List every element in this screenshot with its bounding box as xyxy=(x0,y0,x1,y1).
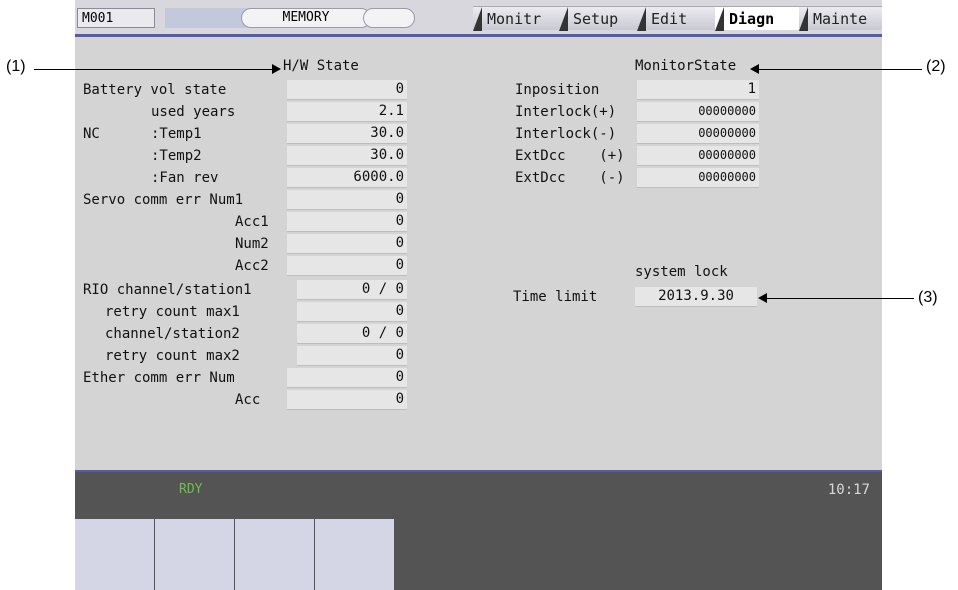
hw-value-battery: 0 xyxy=(287,80,407,100)
monitor-state-title: MonitorState xyxy=(635,58,737,74)
hw-value-retry2: 0 xyxy=(297,346,407,366)
hw-state-title: H/W State xyxy=(283,58,359,74)
softkey-3[interactable] xyxy=(235,519,315,590)
hw-label-acc1: Acc1 xyxy=(235,214,269,230)
callout-2-arrowhead xyxy=(750,64,759,74)
hw-value-ether-num: 0 xyxy=(287,368,407,388)
clock: 10:17 xyxy=(827,482,870,498)
callout-1-line xyxy=(34,69,274,70)
hw-label-temp1: :Temp1 xyxy=(151,126,202,142)
mon-label-inposition: Inposition xyxy=(515,82,600,98)
hw-value-fan-rev: 6000.0 xyxy=(287,168,407,188)
softkey-4[interactable] xyxy=(315,519,395,590)
hw-value-ether-acc: 0 xyxy=(287,390,407,410)
hw-label-servo-num1: Servo comm err Num1 xyxy=(83,192,244,208)
softkey-2[interactable] xyxy=(155,519,235,590)
hw-label-retry1: retry count max1 xyxy=(105,304,240,320)
hw-value-retry1: 0 xyxy=(297,302,407,322)
hw-label-num2: Num2 xyxy=(235,236,269,252)
callout-3-line xyxy=(764,298,914,299)
tab-diagn[interactable]: Diagn xyxy=(715,6,801,31)
hw-value-num2: 0 xyxy=(287,234,407,254)
hw-label-ether-acc: Acc xyxy=(235,392,261,408)
hw-label-acc2: Acc2 xyxy=(235,258,269,274)
hw-value-rio-station1: 0 / 0 xyxy=(297,280,407,300)
hw-label-temp2: :Temp2 xyxy=(151,148,202,164)
hw-value-acc1: 0 xyxy=(287,212,407,232)
hw-value-used-years: 2.1 xyxy=(287,102,407,122)
hw-value-rio-station2: 0 / 0 xyxy=(297,324,407,344)
hw-label-rio-station1: RIO channel/station1 xyxy=(83,282,252,298)
bottom-panel: RDY 10:17 xyxy=(75,472,882,590)
mon-value-interlock-minus: 00000000 xyxy=(637,124,759,144)
time-limit-label: Time limit xyxy=(513,289,598,305)
mon-value-inposition: 1 xyxy=(637,80,759,100)
mon-value-extdcc-minus: 00000000 xyxy=(637,168,759,188)
hw-label-used-years: used years xyxy=(151,104,236,120)
ready-status: RDY xyxy=(179,482,203,497)
mon-label-interlock-plus: Interlock(+) xyxy=(515,104,617,120)
hw-label-nc: NC xyxy=(83,126,100,142)
hw-label-battery: Battery vol state xyxy=(83,82,227,98)
system-lock-title: system lock xyxy=(635,264,728,280)
tab-mainte[interactable]: Mainte xyxy=(799,6,882,31)
tab-setup[interactable]: Setup xyxy=(559,6,639,31)
hw-value-temp2: 30.0 xyxy=(287,146,407,166)
callout-3-arrowhead xyxy=(758,293,767,303)
callout-3: (3) xyxy=(918,289,938,306)
hw-value-servo-num1: 0 xyxy=(287,190,407,210)
hw-value-temp1: 30.0 xyxy=(287,124,407,144)
callout-2: (2) xyxy=(926,58,946,75)
hw-value-acc2: 0 xyxy=(287,256,407,276)
mon-value-extdcc-plus: 00000000 xyxy=(637,146,759,166)
callout-1: (1) xyxy=(6,58,26,75)
hw-label-fan-rev: :Fan rev xyxy=(151,170,219,186)
header-divider xyxy=(75,34,882,37)
screen-id: M001 xyxy=(77,8,155,28)
top-bar: M001 MEMORY Monitr Setup Edit Diagn Main… xyxy=(75,0,882,34)
tab-monitr[interactable]: Monitr xyxy=(473,6,561,31)
callout-1-arrowhead xyxy=(272,64,281,74)
mon-label-extdcc-plus: ExtDcc (+) xyxy=(515,148,625,164)
mon-label-interlock-minus: Interlock(-) xyxy=(515,126,617,142)
tab-edit[interactable]: Edit xyxy=(637,6,715,31)
time-limit-value: 2013.9.30 xyxy=(635,287,757,307)
mon-value-interlock-plus: 00000000 xyxy=(637,102,759,122)
softkey-1[interactable] xyxy=(75,519,155,590)
mon-label-extdcc-minus: ExtDcc (-) xyxy=(515,170,625,186)
mode-memory: MEMORY xyxy=(241,8,371,28)
hw-label-rio-station2: channel/station2 xyxy=(105,326,240,342)
hw-label-ether-num: Ether comm err Num xyxy=(83,370,235,386)
mode-blank-pill xyxy=(363,8,415,28)
callout-2-line xyxy=(756,69,922,70)
hw-label-retry2: retry count max2 xyxy=(105,348,240,364)
